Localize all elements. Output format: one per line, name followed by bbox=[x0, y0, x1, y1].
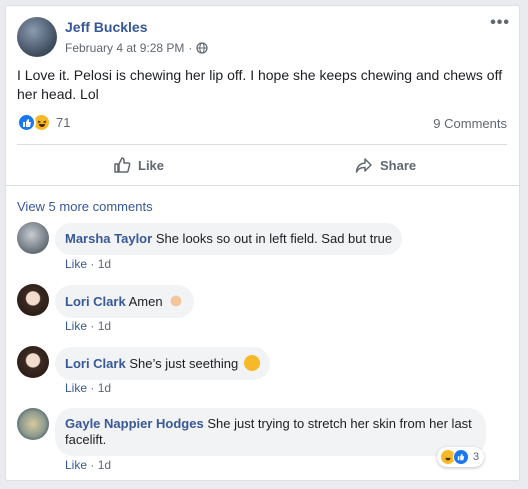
comments-count[interactable]: 9 Comments bbox=[433, 116, 507, 131]
globe-icon[interactable] bbox=[196, 42, 208, 54]
divider bbox=[6, 185, 519, 186]
commenter-name[interactable]: Lori Clark bbox=[65, 294, 126, 309]
comment-like-link[interactable]: Like bbox=[65, 257, 87, 271]
reactions-summary[interactable]: 71 bbox=[17, 113, 70, 132]
comment-time[interactable]: 1d bbox=[98, 319, 111, 333]
comment-time[interactable]: 1d bbox=[98, 458, 111, 472]
view-more-comments-link[interactable]: View 5 more comments bbox=[17, 199, 153, 214]
commenter-name[interactable]: Marsha Taylor bbox=[65, 231, 152, 246]
comment-reactions[interactable]: 3 bbox=[437, 447, 485, 467]
post-text: I Love it. Pelosi is chewing her lip off… bbox=[17, 67, 503, 102]
author-name[interactable]: Jeff Buckles bbox=[65, 19, 147, 35]
share-button[interactable]: Share bbox=[355, 156, 416, 174]
like-reaction-icon bbox=[17, 113, 36, 132]
meta-separator: · bbox=[90, 458, 95, 472]
comment-bubble: Lori Clark Amen bbox=[55, 285, 195, 318]
author-avatar[interactable] bbox=[17, 17, 57, 57]
post-meta: February 4 at 9:28 PM · bbox=[65, 41, 208, 55]
post-card: Jeff Buckles February 4 at 9:28 PM · •••… bbox=[5, 5, 520, 481]
comment-like-link[interactable]: Like bbox=[65, 319, 87, 333]
post-timestamp[interactable]: February 4 at 9:28 PM bbox=[65, 41, 184, 55]
reaction-count: 71 bbox=[56, 115, 71, 130]
comment-like-link[interactable]: Like bbox=[65, 458, 87, 472]
commenter-name[interactable]: Gayle Nappier Hodges bbox=[65, 416, 204, 431]
divider bbox=[17, 144, 507, 145]
comment-meta: Like · 1d bbox=[65, 458, 111, 472]
comment-bubble: Gayle Nappier Hodges She just trying to … bbox=[55, 408, 486, 456]
meta-separator: · bbox=[90, 319, 95, 333]
comment-time[interactable]: 1d bbox=[98, 257, 111, 271]
comment-text: She looks so out in left field. Sad but … bbox=[155, 231, 393, 246]
like-label: Like bbox=[138, 157, 165, 173]
meta-separator: · bbox=[188, 41, 193, 55]
commenter-name[interactable]: Lori Clark bbox=[65, 356, 126, 371]
comment-like-link[interactable]: Like bbox=[65, 381, 87, 395]
comment-time[interactable]: 1d bbox=[98, 381, 111, 395]
comment-reaction-count: 3 bbox=[473, 451, 480, 463]
comment-bubble: Marsha Taylor She looks so out in left f… bbox=[55, 223, 403, 255]
like-reaction-icon bbox=[453, 449, 469, 465]
face-with-steam-icon bbox=[243, 355, 260, 371]
comment-meta: Like · 1d bbox=[65, 319, 111, 333]
comment-text: Amen bbox=[128, 294, 163, 309]
commenter-avatar[interactable] bbox=[17, 284, 49, 316]
thumbs-up-icon bbox=[114, 157, 131, 173]
comment-bubble: Lori Clark She’s just seething bbox=[55, 347, 270, 380]
folded-hands-icon bbox=[168, 293, 185, 309]
meta-separator: · bbox=[90, 381, 95, 395]
share-label: Share bbox=[380, 157, 417, 173]
commenter-avatar[interactable] bbox=[17, 222, 49, 254]
commenter-avatar[interactable] bbox=[17, 408, 49, 440]
comment-meta: Like · 1d bbox=[65, 381, 111, 395]
meta-separator: · bbox=[90, 257, 95, 271]
comment-meta: Like · 1d bbox=[65, 257, 111, 271]
comment-text: She’s just seething bbox=[129, 356, 239, 371]
like-button[interactable]: Like bbox=[113, 156, 164, 174]
more-options-icon[interactable]: ••• bbox=[490, 15, 510, 31]
commenter-avatar[interactable] bbox=[17, 346, 49, 378]
share-icon bbox=[355, 158, 372, 173]
